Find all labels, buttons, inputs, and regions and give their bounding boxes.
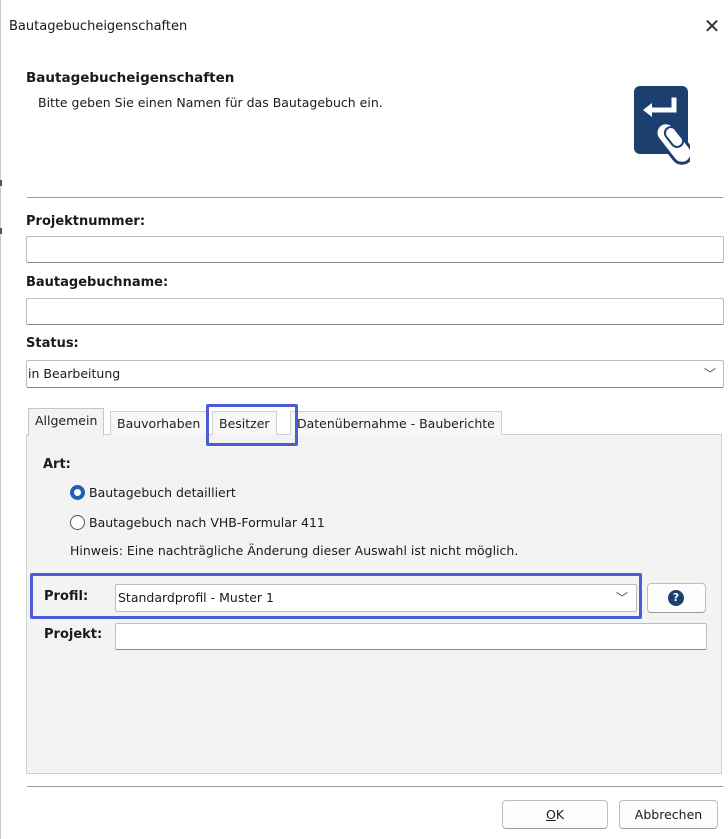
art-label: Art:: [43, 457, 71, 472]
option-detailliert[interactable]: Bautagebuch detailliert: [70, 484, 370, 504]
dialog-instruction: Bitte geben Sie einen Namen für das Baut…: [38, 95, 383, 110]
ok-mnemonic: O: [545, 807, 556, 822]
window-left-border: [0, 0, 1, 839]
window-edge-mark: [0, 228, 2, 234]
bautagebuchname-field[interactable]: [26, 298, 724, 325]
dialog-heading: Bautagebucheigenschaften: [26, 70, 235, 86]
hint-text: Hinweis: Eine nachträgliche Änderung die…: [70, 543, 519, 558]
radio-vhb-411[interactable]: [70, 515, 85, 530]
tab-bauvorhaben[interactable]: Bauvorhaben: [110, 411, 208, 435]
touch-enter-icon: [634, 86, 690, 165]
projektnummer-label: Projektnummer:: [26, 214, 146, 229]
highlight-frame-profil: [30, 573, 642, 619]
cancel-button[interactable]: Abbrechen: [619, 800, 718, 829]
window-title: Bautagebucheigenschaften: [9, 19, 188, 34]
projektnummer-field[interactable]: [26, 236, 724, 263]
bautagebuchname-label: Bautagebuchname:: [26, 275, 169, 290]
close-icon[interactable]: ✕: [700, 14, 724, 38]
radio-detailliert[interactable]: [70, 485, 85, 500]
highlight-frame-besitzer-tab: [206, 404, 298, 446]
projekt-label: Projekt:: [44, 627, 103, 642]
ok-label-rest: K: [555, 807, 565, 822]
window-edge-mark: [0, 180, 2, 186]
footer-separator: [27, 786, 723, 787]
status-label: Status:: [26, 336, 79, 351]
chevron-down-icon: ﹀: [703, 367, 716, 381]
option-vhb-411[interactable]: Bautagebuch nach VHB-Formular 411: [70, 514, 390, 534]
status-value: in Bearbeitung: [28, 366, 121, 381]
option-detailliert-label: Bautagebuch detailliert: [89, 485, 236, 500]
tab-datenuebernahme[interactable]: Datenübernahme - Bauberichte: [290, 411, 502, 435]
option-vhb-411-label: Bautagebuch nach VHB-Formular 411: [89, 515, 325, 530]
help-icon: ?: [668, 590, 684, 606]
status-select[interactable]: in Bearbeitung ﹀: [26, 360, 724, 388]
header-separator: [27, 197, 723, 198]
projekt-field[interactable]: [115, 623, 707, 650]
profil-help-button[interactable]: ?: [647, 583, 706, 613]
tab-allgemein[interactable]: Allgemein: [28, 408, 105, 436]
ok-button[interactable]: OK: [502, 800, 608, 829]
title-bar: Bautagebucheigenschaften ✕: [0, 0, 728, 54]
